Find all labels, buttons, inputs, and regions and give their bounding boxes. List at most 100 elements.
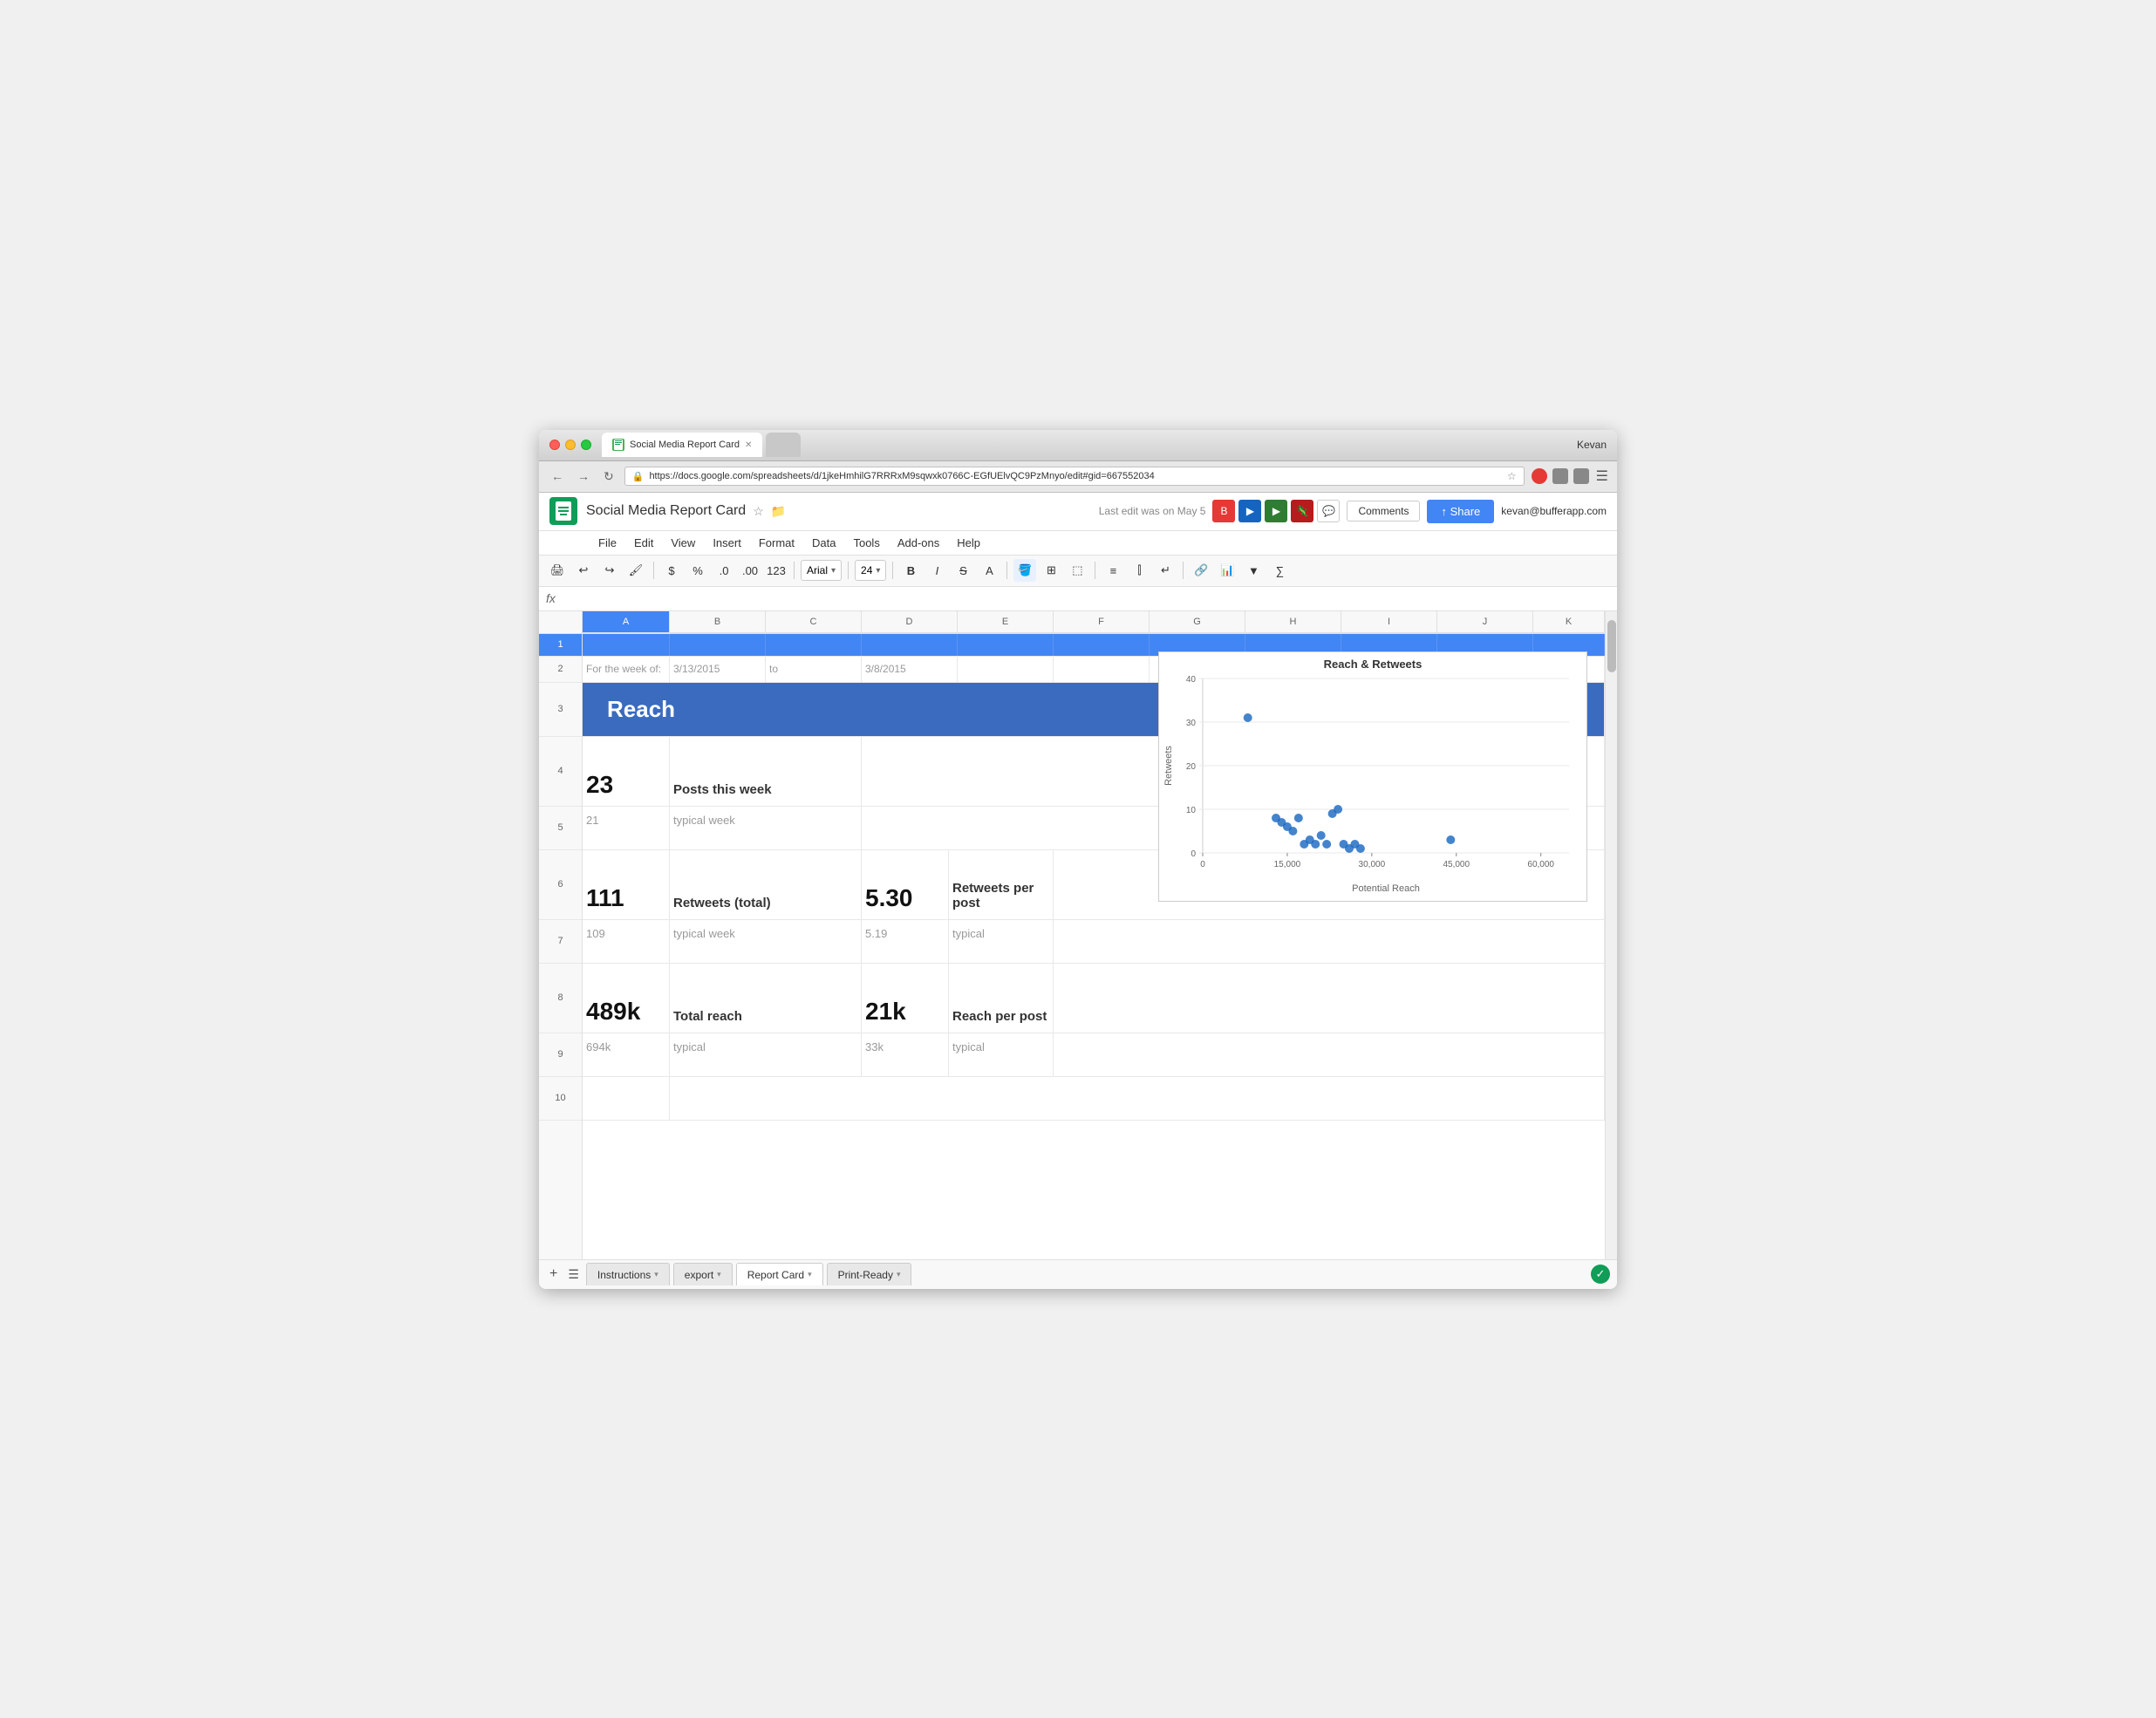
toolbar-icon-1[interactable]: B bbox=[1212, 500, 1235, 522]
addon-icon-1[interactable] bbox=[1532, 468, 1547, 484]
cell-a6[interactable]: 111 bbox=[583, 850, 670, 919]
cell-a2[interactable]: For the week of: bbox=[583, 657, 670, 682]
cell-a7[interactable]: 109 bbox=[583, 920, 670, 963]
cell-b1[interactable] bbox=[670, 634, 766, 656]
cell-e9[interactable]: typical bbox=[949, 1033, 1054, 1076]
menu-format[interactable]: Format bbox=[752, 535, 802, 551]
tab-close-icon[interactable]: ✕ bbox=[745, 440, 752, 450]
align-left-button[interactable]: ≡ bbox=[1102, 559, 1124, 582]
tab-instructions[interactable]: Instructions ▾ bbox=[586, 1263, 670, 1285]
scrollbar-thumb[interactable] bbox=[1607, 620, 1616, 672]
browser-menu-button[interactable]: ☰ bbox=[1596, 467, 1608, 485]
back-button[interactable]: ← bbox=[548, 467, 567, 485]
cell-f1[interactable] bbox=[1054, 634, 1150, 656]
cell-a4[interactable]: 23 bbox=[583, 737, 670, 806]
decrease-decimal-button[interactable]: .0 bbox=[713, 559, 735, 582]
cell-b6[interactable]: Retweets (total) bbox=[670, 850, 862, 919]
star-button[interactable]: ☆ bbox=[753, 504, 764, 519]
tab-print-ready[interactable]: Print-Ready ▾ bbox=[827, 1263, 912, 1285]
text-color-button[interactable]: A bbox=[978, 559, 1000, 582]
sheet-rows[interactable]: For the week of: 3/13/2015 to 3/8/2015 R… bbox=[583, 634, 1605, 1259]
col-header-i[interactable]: I bbox=[1341, 611, 1437, 632]
cell-e6[interactable]: Retweets per post bbox=[949, 850, 1054, 919]
row-header-4[interactable]: 4 bbox=[539, 737, 582, 807]
table-row[interactable]: 694k typical 33k typical bbox=[583, 1033, 1605, 1077]
link-button[interactable]: 🔗 bbox=[1190, 559, 1212, 582]
folder-button[interactable]: 📁 bbox=[771, 504, 786, 519]
col-header-k[interactable]: K bbox=[1533, 611, 1605, 632]
merge-button[interactable]: ⬚ bbox=[1066, 559, 1088, 582]
cell-b4[interactable]: Posts this week bbox=[670, 737, 862, 806]
url-bar[interactable]: 🔒 https://docs.google.com/spreadsheets/d… bbox=[624, 467, 1525, 486]
active-tab[interactable]: Social Media Report Card ✕ bbox=[602, 433, 762, 457]
currency-button[interactable]: $ bbox=[660, 559, 683, 582]
table-row[interactable]: 109 typical week 5.19 typical bbox=[583, 920, 1605, 964]
cell-d9[interactable]: 33k bbox=[862, 1033, 949, 1076]
cell-a1[interactable] bbox=[583, 634, 670, 656]
cell-c2[interactable]: to bbox=[766, 657, 862, 682]
row-header-6[interactable]: 6 bbox=[539, 850, 582, 920]
row-header-1[interactable]: 1 bbox=[539, 634, 582, 657]
tab-report-card[interactable]: Report Card ▾ bbox=[736, 1263, 823, 1285]
menu-help[interactable]: Help bbox=[950, 535, 987, 551]
col-header-c[interactable]: C bbox=[766, 611, 862, 632]
font-size-dropdown[interactable]: 24 ▾ bbox=[855, 560, 886, 581]
chart-button[interactable]: 📊 bbox=[1216, 559, 1238, 582]
addon-icon-2[interactable] bbox=[1552, 468, 1568, 484]
strikethrough-button[interactable]: S bbox=[952, 559, 974, 582]
right-scrollbar[interactable] bbox=[1605, 611, 1617, 1259]
menu-addons[interactable]: Add-ons bbox=[890, 535, 946, 551]
cell-f2[interactable] bbox=[1054, 657, 1150, 682]
row-header-7[interactable]: 7 bbox=[539, 920, 582, 964]
menu-file[interactable]: File bbox=[591, 535, 624, 551]
col-header-f[interactable]: F bbox=[1054, 611, 1150, 632]
menu-edit[interactable]: Edit bbox=[627, 535, 660, 551]
row-header-3[interactable]: 3 bbox=[539, 683, 582, 737]
bookmark-icon[interactable]: ☆ bbox=[1507, 470, 1517, 482]
undo-button[interactable]: ↩ bbox=[572, 559, 595, 582]
cell-b8[interactable]: Total reach bbox=[670, 964, 862, 1033]
cell-c1[interactable] bbox=[766, 634, 862, 656]
cell-d7[interactable]: 5.19 bbox=[862, 920, 949, 963]
font-family-dropdown[interactable]: Arial ▾ bbox=[801, 560, 842, 581]
cell-b7[interactable]: typical week bbox=[670, 920, 862, 963]
toolbar-icon-chat[interactable]: 💬 bbox=[1317, 500, 1340, 522]
tab-export[interactable]: export ▾ bbox=[673, 1263, 733, 1285]
reload-button[interactable]: ↻ bbox=[600, 467, 617, 486]
print-button[interactable]: 🖨 bbox=[546, 559, 569, 582]
share-button[interactable]: ↑ Share bbox=[1427, 500, 1494, 523]
menu-view[interactable]: View bbox=[664, 535, 702, 551]
redo-button[interactable]: ↪ bbox=[598, 559, 621, 582]
close-button[interactable] bbox=[549, 440, 560, 450]
increase-decimal-button[interactable]: .00 bbox=[739, 559, 761, 582]
filter-button[interactable]: ▼ bbox=[1242, 559, 1265, 582]
paint-format-button[interactable]: 🖌 bbox=[624, 559, 647, 582]
cell-a8[interactable]: 489k bbox=[583, 964, 670, 1033]
cell-e1[interactable] bbox=[958, 634, 1054, 656]
col-header-g[interactable]: G bbox=[1150, 611, 1245, 632]
table-row[interactable] bbox=[583, 1077, 1605, 1121]
table-row[interactable]: 489k Total reach 21k Reach per post bbox=[583, 964, 1605, 1033]
cell-d6[interactable]: 5.30 bbox=[862, 850, 949, 919]
borders-button[interactable]: ⊞ bbox=[1040, 559, 1062, 582]
cell-d2[interactable]: 3/8/2015 bbox=[862, 657, 958, 682]
row-header-2[interactable]: 2 bbox=[539, 657, 582, 683]
cell-b2[interactable]: 3/13/2015 bbox=[670, 657, 766, 682]
cell-a5[interactable]: 21 bbox=[583, 807, 670, 849]
italic-button[interactable]: I bbox=[925, 559, 948, 582]
formula-input[interactable] bbox=[563, 592, 1610, 605]
col-header-a[interactable]: A bbox=[583, 611, 670, 632]
cell-b10[interactable] bbox=[670, 1077, 1605, 1120]
toolbar-icon-3[interactable]: ▶ bbox=[1265, 500, 1287, 522]
fullscreen-button[interactable] bbox=[581, 440, 591, 450]
row-header-10[interactable]: 10 bbox=[539, 1077, 582, 1121]
cell-d1[interactable] bbox=[862, 634, 958, 656]
col-header-j[interactable]: J bbox=[1437, 611, 1533, 632]
forward-button[interactable]: → bbox=[574, 467, 593, 485]
sheet-list-button[interactable]: ☰ bbox=[564, 1265, 583, 1284]
percent-button[interactable]: % bbox=[686, 559, 709, 582]
row-header-9[interactable]: 9 bbox=[539, 1033, 582, 1077]
comments-button[interactable]: Comments bbox=[1347, 501, 1420, 522]
fill-color-button[interactable]: 🪣 bbox=[1013, 559, 1036, 582]
toolbar-icon-4[interactable]: 🦎 bbox=[1291, 500, 1313, 522]
